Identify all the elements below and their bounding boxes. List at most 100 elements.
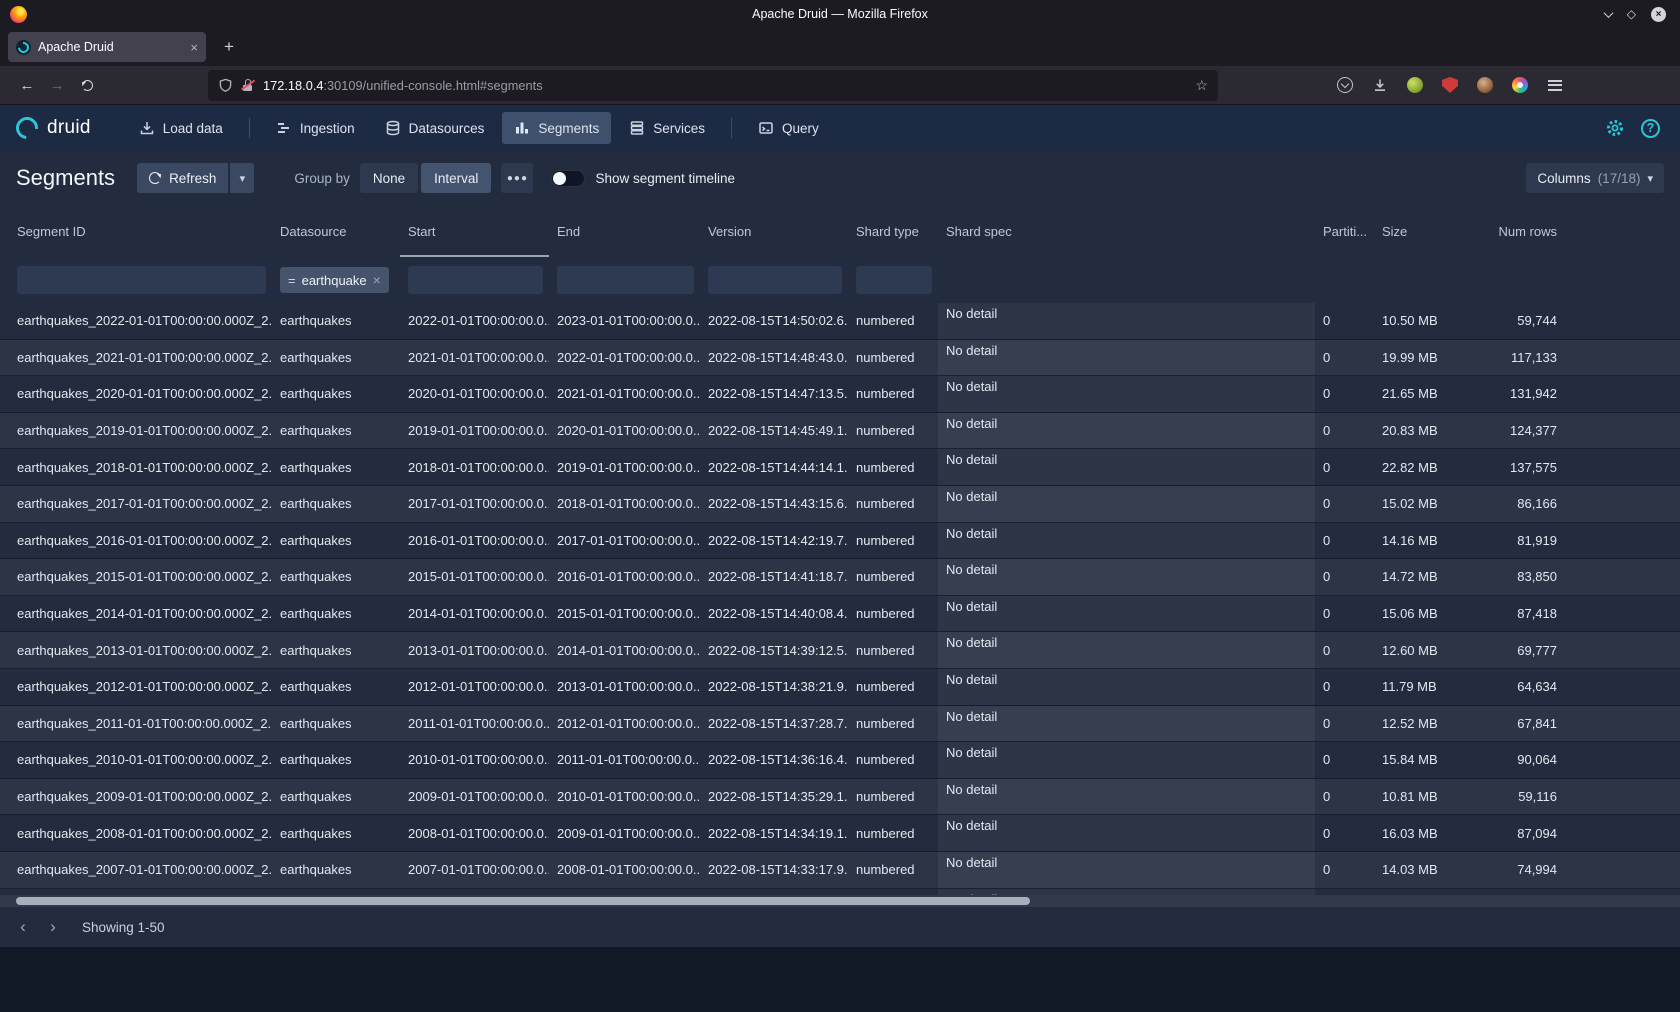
table-row[interactable]: earthquakes_2009-01-01T00:00:00.000Z_2..… [0,779,1680,816]
table-row[interactable]: earthquakes_2021-01-01T00:00:00.000Z_2..… [0,340,1680,377]
cell-start: 2021-01-01T00:00:00.0... [400,340,549,376]
insecure-lock-icon[interactable] [241,78,255,92]
close-window-button[interactable]: × [1651,7,1666,22]
druid-logo[interactable]: druid [16,117,91,139]
new-tab-button[interactable]: + [216,34,242,60]
refresh-split-button: Refresh ▾ [137,163,254,193]
columns-button[interactable]: Columns (17/18) ▾ [1526,163,1664,193]
table-row[interactable]: earthquakes_2007-01-01T00:00:00.000Z_2..… [0,852,1680,889]
equals-operator-icon: = [288,273,296,288]
end-filter-input[interactable] [557,266,694,294]
previous-page-button[interactable]: ‹ [10,914,36,940]
table-row[interactable]: earthquakes_2008-01-01T00:00:00.000Z_2..… [0,815,1680,852]
shard-type-filter-input[interactable] [856,266,932,294]
cell-version: 2022-08-15T14:43:15.6... [700,486,848,522]
table-row[interactable]: earthquakes_2010-01-01T00:00:00.000Z_2..… [0,742,1680,779]
cell-filler [1565,303,1680,339]
tab-close-icon[interactable]: × [190,40,198,55]
datasource-filter-tag[interactable]: = earthquake × [280,267,389,293]
group-by-interval-button[interactable]: Interval [421,163,491,193]
cell-filler [1565,815,1680,851]
help-icon[interactable]: ? [1641,119,1660,138]
columns-count: (17/18) [1598,171,1641,186]
refresh-dropdown-button[interactable]: ▾ [230,163,254,193]
column-header-size[interactable]: Size [1374,205,1484,257]
minimize-button[interactable] [1605,11,1612,18]
back-button[interactable]: ← [12,71,42,99]
tracking-shield-icon[interactable] [218,78,233,93]
remove-filter-icon[interactable]: × [373,272,381,288]
nav-label: Datasources [409,121,485,136]
cell-size: 10.81 MB [1374,779,1484,815]
segments-icon [514,120,530,136]
column-header-num-rows[interactable]: Num rows [1484,205,1565,257]
bookmark-star-icon[interactable]: ☆ [1195,77,1208,94]
cell-size: 16.03 MB [1374,815,1484,851]
segment-timeline-toggle[interactable] [551,170,585,187]
nav-load-data[interactable]: Load data [127,112,235,144]
cell-version: 2022-08-15T14:38:21.9... [700,669,848,705]
column-header-start[interactable]: Start [400,205,549,257]
more-options-button[interactable]: ●●● [501,163,533,193]
datasources-icon [385,120,401,136]
column-header-shard-spec[interactable]: Shard spec [938,205,1315,257]
url-text[interactable]: 172.18.0.4:30109/unified-console.html#se… [263,78,543,93]
reload-icon [82,80,93,91]
downloads-icon[interactable] [1367,72,1393,98]
menu-hamburger-icon[interactable] [1542,72,1568,98]
column-header-partition[interactable]: Partiti... [1315,205,1374,257]
nav-ingestion[interactable]: Ingestion [264,112,367,144]
refresh-button[interactable]: Refresh [137,163,228,193]
table-row[interactable]: earthquakes_2022-01-01T00:00:00.000Z_2..… [0,303,1680,340]
pocket-icon[interactable] [1332,72,1358,98]
cell-shard-type: numbered [848,376,938,412]
table-row[interactable]: earthquakes_2016-01-01T00:00:00.000Z_2..… [0,523,1680,560]
version-filter-input[interactable] [708,266,842,294]
scrollbar-thumb[interactable] [16,897,1030,905]
table-row[interactable]: earthquakes_2014-01-01T00:00:00.000Z_2..… [0,596,1680,633]
cell-num-rows: 117,133 [1484,340,1565,376]
cell-num-rows: 67,841 [1484,706,1565,742]
forward-button[interactable]: → [42,71,72,99]
extension-colorful-icon[interactable] [1507,72,1533,98]
segments-control-bar: Segments Refresh ▾ Group by None Interva… [0,151,1680,205]
segment-id-filter-input[interactable] [17,266,266,294]
cell-version: 2022-08-15T14:35:29.1... [700,779,848,815]
column-header-datasource[interactable]: Datasource [272,205,400,257]
column-header-version[interactable]: Version [700,205,848,257]
cell-partition: 0 [1315,779,1374,815]
nav-query[interactable]: Query [746,112,831,144]
start-filter-input[interactable] [408,266,543,294]
cell-shard-type: numbered [848,852,938,888]
nav-services[interactable]: Services [617,112,717,144]
table-row[interactable]: earthquakes_2020-01-01T00:00:00.000Z_2..… [0,376,1680,413]
column-header-segment-id[interactable]: Segment ID [0,205,272,257]
column-header-shard-type[interactable]: Shard type [848,205,938,257]
maximize-button[interactable]: ◇ [1627,7,1636,21]
cell-version: 2022-08-15T14:45:49.1... [700,413,848,449]
tab-apache-druid[interactable]: Apache Druid × [8,32,206,62]
reload-button[interactable] [72,71,102,99]
extension-green-icon[interactable] [1402,72,1428,98]
horizontal-scrollbar[interactable] [0,895,1680,907]
table-row[interactable]: earthquakes_2013-01-01T00:00:00.000Z_2..… [0,632,1680,669]
url-bar[interactable]: 172.18.0.4:30109/unified-console.html#se… [208,70,1218,101]
settings-gear-icon[interactable] [1605,118,1625,138]
table-row[interactable]: earthquakes_2017-01-01T00:00:00.000Z_2..… [0,486,1680,523]
group-by-none-button[interactable]: None [360,163,418,193]
column-header-end[interactable]: End [549,205,700,257]
ublock-extension-icon[interactable] [1437,72,1463,98]
toolbar-icons [1332,72,1568,98]
cell-partition: 0 [1315,706,1374,742]
profile-avatar-icon[interactable] [1472,72,1498,98]
cell-version: 2022-08-15T14:37:28.7... [700,706,848,742]
nav-datasources[interactable]: Datasources [373,112,497,144]
table-row[interactable]: earthquakes_2019-01-01T00:00:00.000Z_2..… [0,413,1680,450]
nav-segments[interactable]: Segments [502,112,611,144]
table-row[interactable]: earthquakes_2012-01-01T00:00:00.000Z_2..… [0,669,1680,706]
table-row[interactable]: earthquakes_2015-01-01T00:00:00.000Z_2..… [0,559,1680,596]
cell-shard-type: numbered [848,486,938,522]
next-page-button[interactable]: › [40,914,66,940]
table-row[interactable]: earthquakes_2011-01-01T00:00:00.000Z_2..… [0,706,1680,743]
table-row[interactable]: earthquakes_2018-01-01T00:00:00.000Z_2..… [0,449,1680,486]
